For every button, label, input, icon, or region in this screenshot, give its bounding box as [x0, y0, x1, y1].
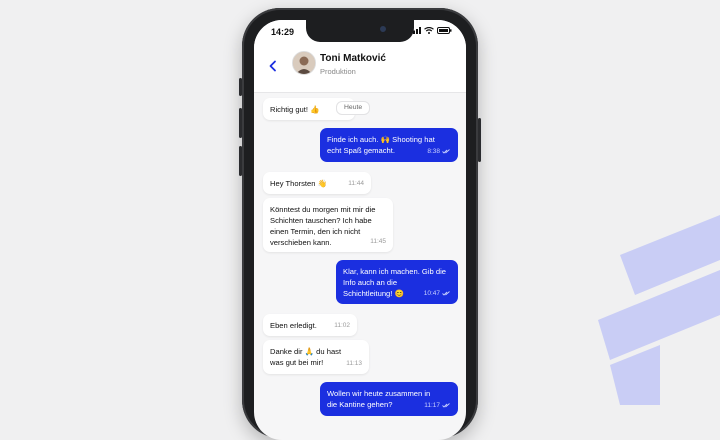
message-bubble-incoming: Hey Thorsten 👋 11:44: [263, 172, 371, 194]
message-time: 11:02: [334, 322, 350, 329]
contact-role: Produktion: [320, 67, 356, 76]
phone-screen: 14:29 Toni Matković Produktion Richtig g…: [254, 20, 466, 440]
message-text: Danke dir 🙏 du hast was gut bei mir!: [270, 347, 342, 367]
chat-header: Toni Matković Produktion: [254, 42, 466, 93]
read-ticks-icon: [442, 290, 450, 296]
contact-name[interactable]: Toni Matković: [320, 53, 386, 64]
message-time: 11:44: [348, 180, 364, 187]
battery-icon: [437, 27, 452, 34]
status-time: 14:29: [271, 27, 295, 37]
phone-frame: 14:29 Toni Matković Produktion Richtig g…: [239, 8, 481, 440]
date-separator: Heute: [336, 101, 371, 115]
phone-notch: [306, 20, 414, 42]
message-text: Wollen wir heute zusammen in die Kantine…: [327, 389, 431, 409]
message-time: 8:38: [427, 148, 440, 155]
message-bubble-incoming: Danke dir 🙏 du hast was gut bei mir! 11:…: [263, 340, 369, 374]
message-bubble-incoming: Könntest du morgen mit mir die Schichten…: [263, 198, 393, 252]
read-ticks-icon: [442, 148, 450, 154]
read-ticks-icon: [442, 402, 450, 408]
message-time: 11:13: [346, 360, 362, 367]
message-list[interactable]: Richtig gut! 👍 Heute Finde ich auch. 🙌 S…: [254, 92, 466, 440]
camera-icon: [380, 26, 386, 32]
message-text: Könntest du morgen mit mir die Schichten…: [270, 205, 376, 247]
message-bubble-outgoing: Wollen wir heute zusammen in die Kantine…: [320, 382, 458, 416]
message-text: Eben erledigt.: [270, 321, 317, 330]
message-time: 11:45: [370, 238, 386, 245]
message-bubble-incoming: Eben erledigt. 11:02: [263, 314, 357, 336]
message-text: Finde ich auch. 🙌 Shooting hat echt Spaß…: [327, 135, 435, 155]
message-text: Hey Thorsten 👋: [270, 179, 328, 188]
wifi-icon: [424, 27, 434, 34]
message-time: 11:17: [424, 402, 440, 409]
back-chevron-icon[interactable]: [267, 60, 279, 72]
contact-avatar[interactable]: [292, 51, 316, 75]
brand-logo-shape: [598, 215, 720, 405]
message-bubble-outgoing: Klar, kann ich machen. Gib die Info auch…: [336, 260, 458, 304]
message-bubble-outgoing: Finde ich auch. 🙌 Shooting hat echt Spaß…: [320, 128, 458, 162]
message-time: 10:47: [423, 290, 440, 297]
message-text: Richtig gut! 👍: [270, 105, 320, 114]
